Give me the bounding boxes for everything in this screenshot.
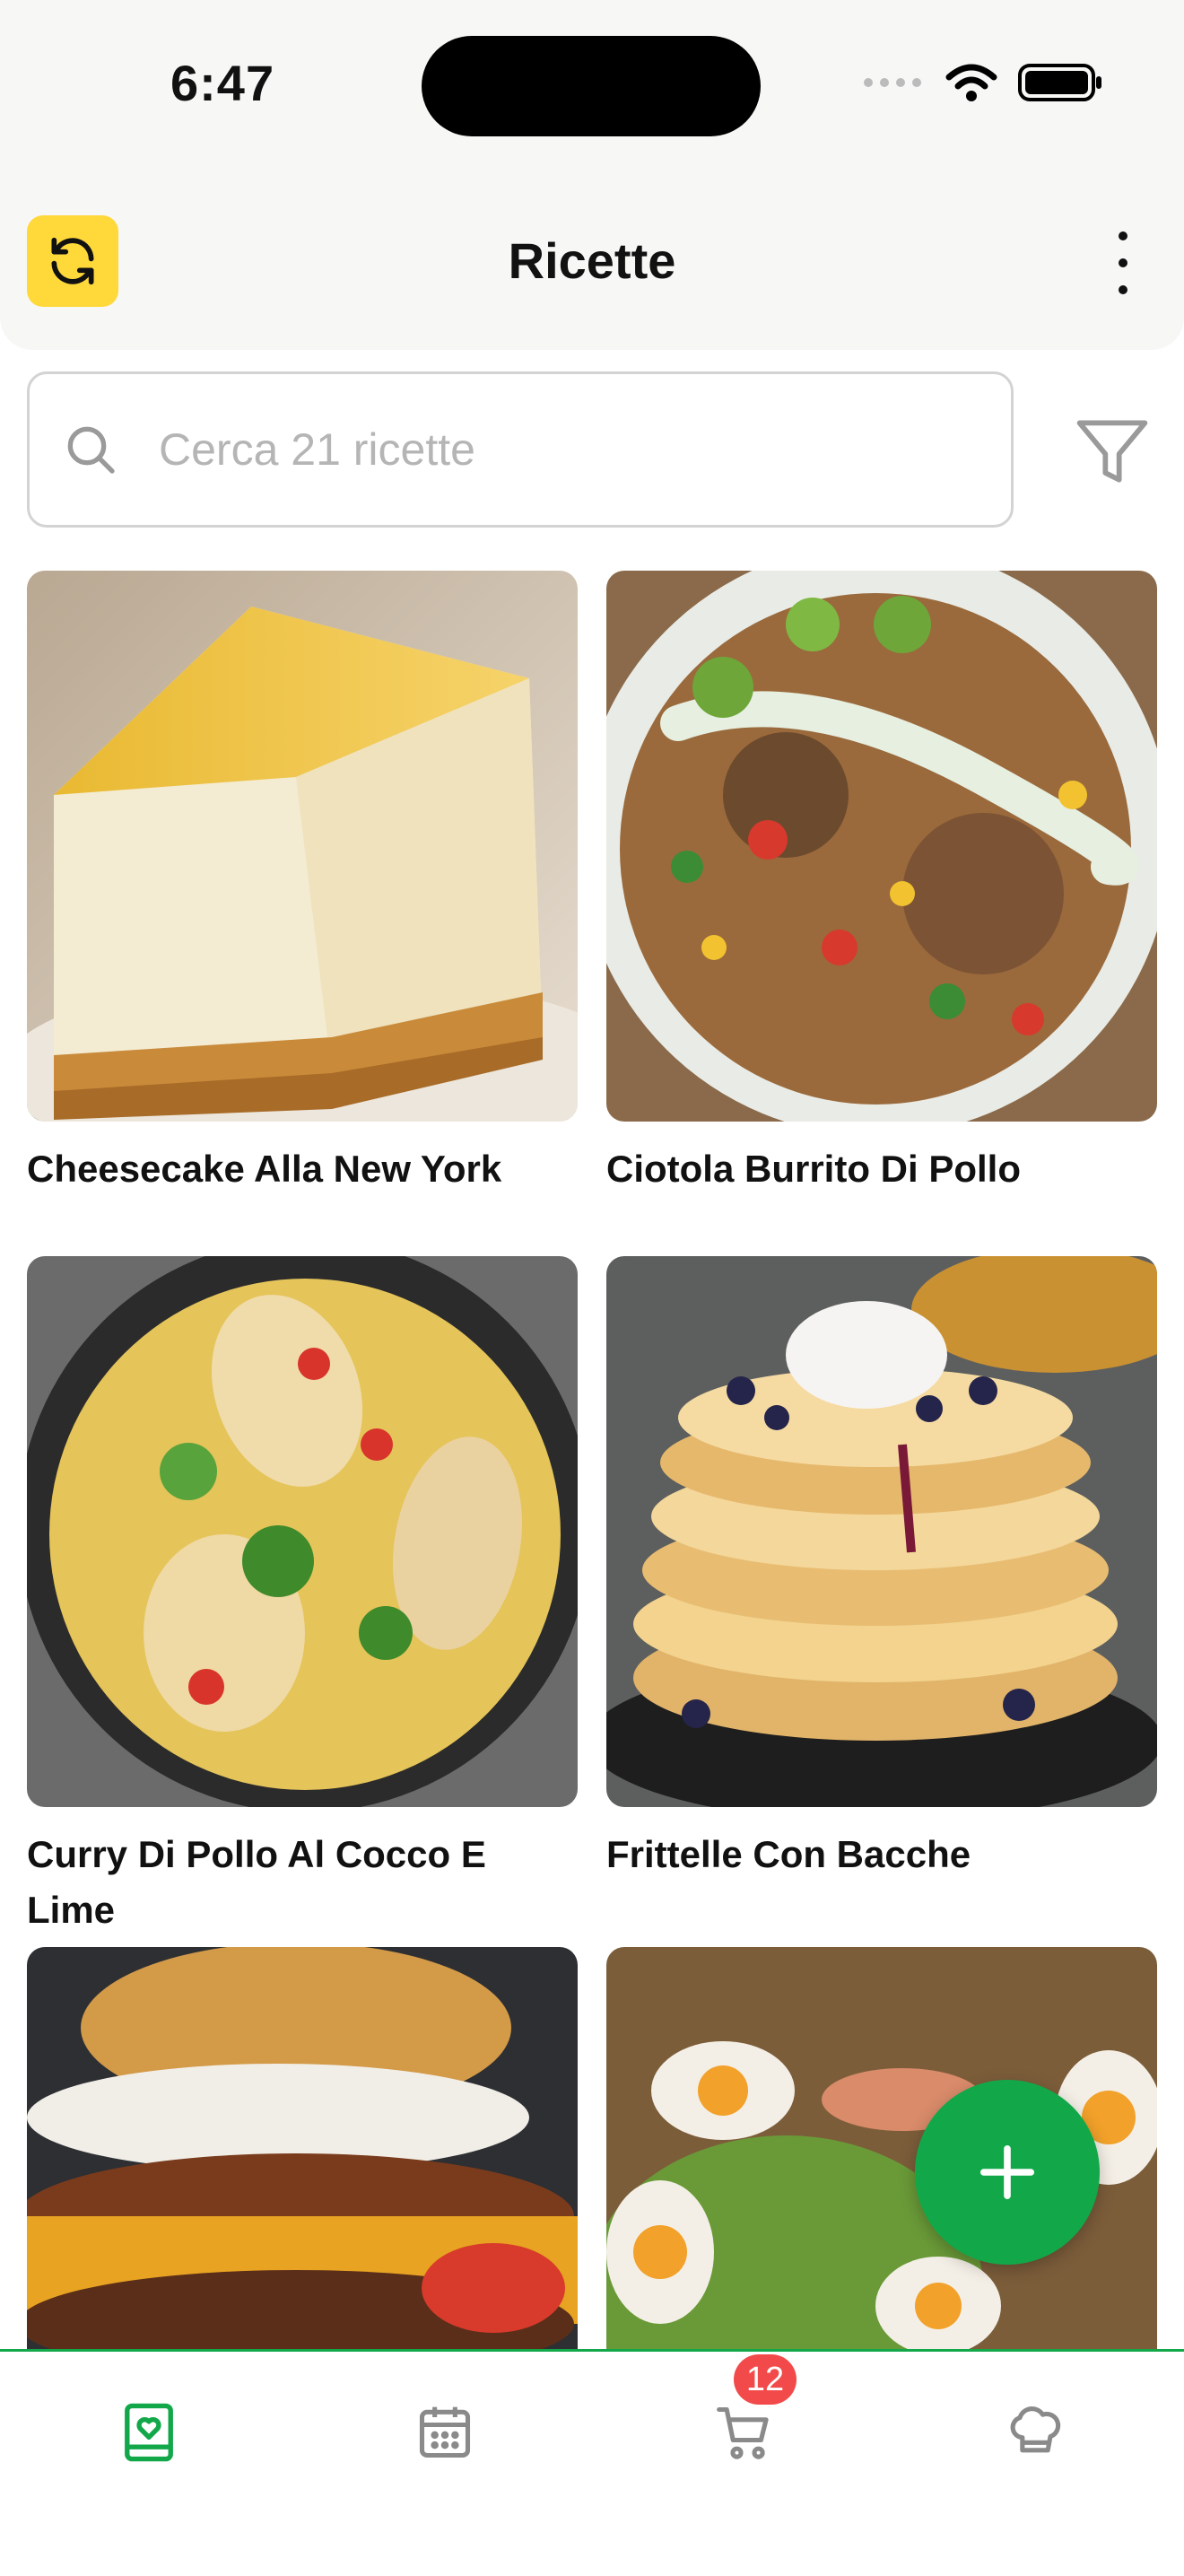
recipe-card[interactable] (27, 1947, 578, 2351)
add-recipe-button[interactable] (915, 2080, 1100, 2265)
recipe-book-icon (125, 2403, 173, 2462)
recipe-name: Curry Di Pollo Al Cocco E Lime (27, 1833, 486, 1931)
recipe-name: Cheesecake Alla New York (27, 1148, 502, 1190)
tab-bar (0, 2349, 1184, 2576)
recipe-image-burrito-bowl (606, 571, 1157, 1122)
tab-recipes[interactable] (104, 2388, 194, 2477)
recipe-card[interactable]: Cheesecake Alla New York (27, 571, 578, 1197)
recipe-image-pancakes (606, 1256, 1157, 1807)
tab-profile[interactable] (990, 2388, 1080, 2477)
cart-count-badge: 12 (734, 2354, 797, 2405)
recipe-card[interactable]: Frittelle Con Bacche (606, 1256, 1157, 1882)
recipe-name: Ciotola Burrito Di Pollo (606, 1148, 1021, 1190)
recipe-card[interactable]: Curry Di Pollo Al Cocco E Lime (27, 1256, 578, 1938)
calendar-icon (419, 2406, 471, 2458)
recipe-image-curry (27, 1256, 578, 1807)
plus-icon (979, 2144, 1035, 2200)
cart-icon (717, 2406, 769, 2459)
recipe-image-cheesecake (27, 571, 578, 1122)
recipe-name: Frittelle Con Bacche (606, 1833, 971, 1875)
chef-hat-icon (1010, 2406, 1061, 2453)
recipe-grid: Cheesecake Alla New York Ciotola Burrito… (0, 0, 1184, 2351)
recipe-card[interactable]: Ciotola Burrito Di Pollo (606, 571, 1157, 1197)
tab-planner[interactable] (400, 2388, 490, 2477)
recipe-image-burger (27, 1947, 578, 2351)
